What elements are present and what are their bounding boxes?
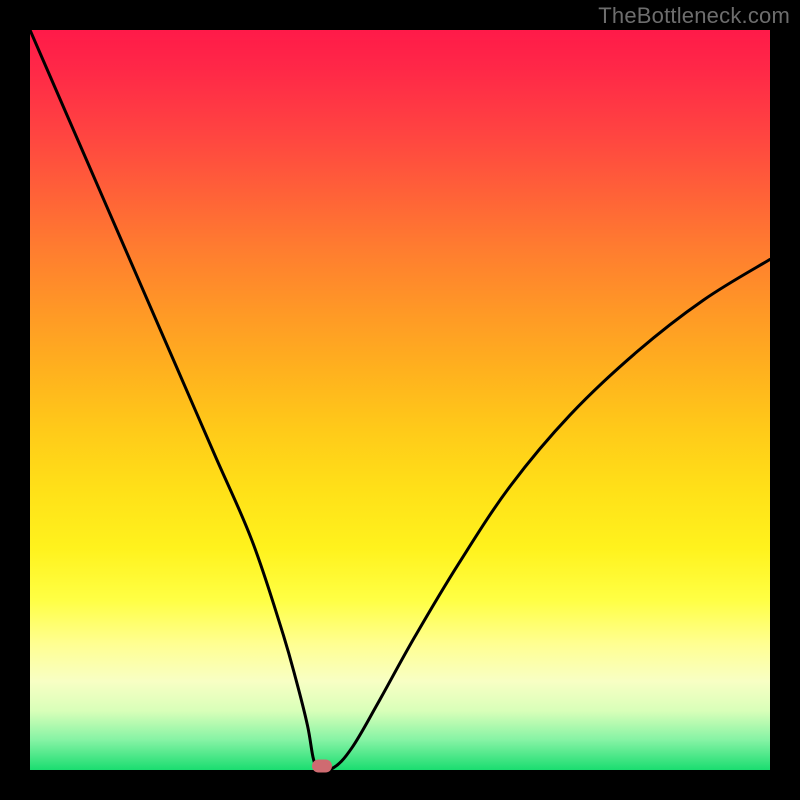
bottleneck-curve (30, 30, 770, 770)
plot-area (30, 30, 770, 770)
minimum-marker (312, 760, 332, 773)
chart-frame: TheBottleneck.com (0, 0, 800, 800)
watermark-text: TheBottleneck.com (598, 3, 790, 29)
